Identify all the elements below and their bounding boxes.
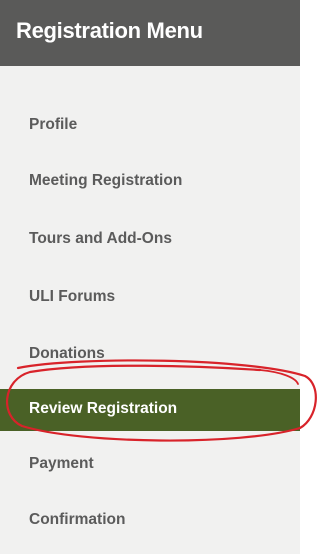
menu-item-label: Payment	[29, 455, 94, 472]
registration-menu-title: Registration Menu	[16, 18, 203, 43]
registration-menu-header: Registration Menu	[0, 0, 300, 66]
menu-item-label: Meeting Registration	[29, 172, 183, 189]
menu-item-label: Donations	[29, 345, 105, 362]
menu-item-donations[interactable]: Donations	[0, 334, 300, 376]
menu-item-label: Review Registration	[29, 400, 178, 417]
menu-item-profile[interactable]: Profile	[0, 105, 300, 147]
menu-item-tours-and-add-ons[interactable]: Tours and Add-Ons	[0, 219, 300, 261]
menu-item-payment[interactable]: Payment	[0, 444, 300, 486]
menu-item-confirmation[interactable]: Confirmation	[0, 500, 300, 542]
menu-item-label: ULI Forums	[29, 288, 116, 305]
menu-item-label: Tours and Add-Ons	[29, 230, 172, 247]
menu-item-review-registration[interactable]: Review Registration	[0, 389, 300, 431]
menu-item-label: Confirmation	[29, 511, 126, 528]
menu-item-uli-forums[interactable]: ULI Forums	[0, 277, 300, 319]
menu-item-label: Profile	[29, 116, 78, 133]
registration-menu-panel: Registration Menu Profile Meeting Regist…	[0, 0, 300, 554]
menu-item-meeting-registration[interactable]: Meeting Registration	[0, 161, 300, 203]
